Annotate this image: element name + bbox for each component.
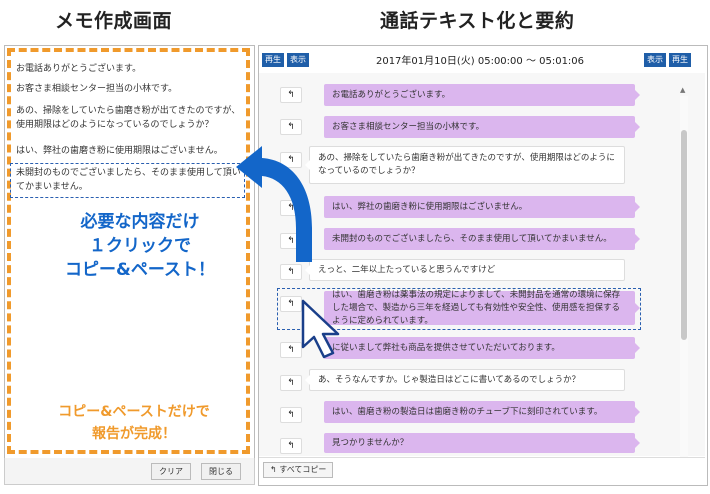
overlay-graphics [236, 146, 340, 359]
curved-arrow-icon [236, 146, 312, 262]
mouse-cursor-icon [301, 299, 340, 359]
